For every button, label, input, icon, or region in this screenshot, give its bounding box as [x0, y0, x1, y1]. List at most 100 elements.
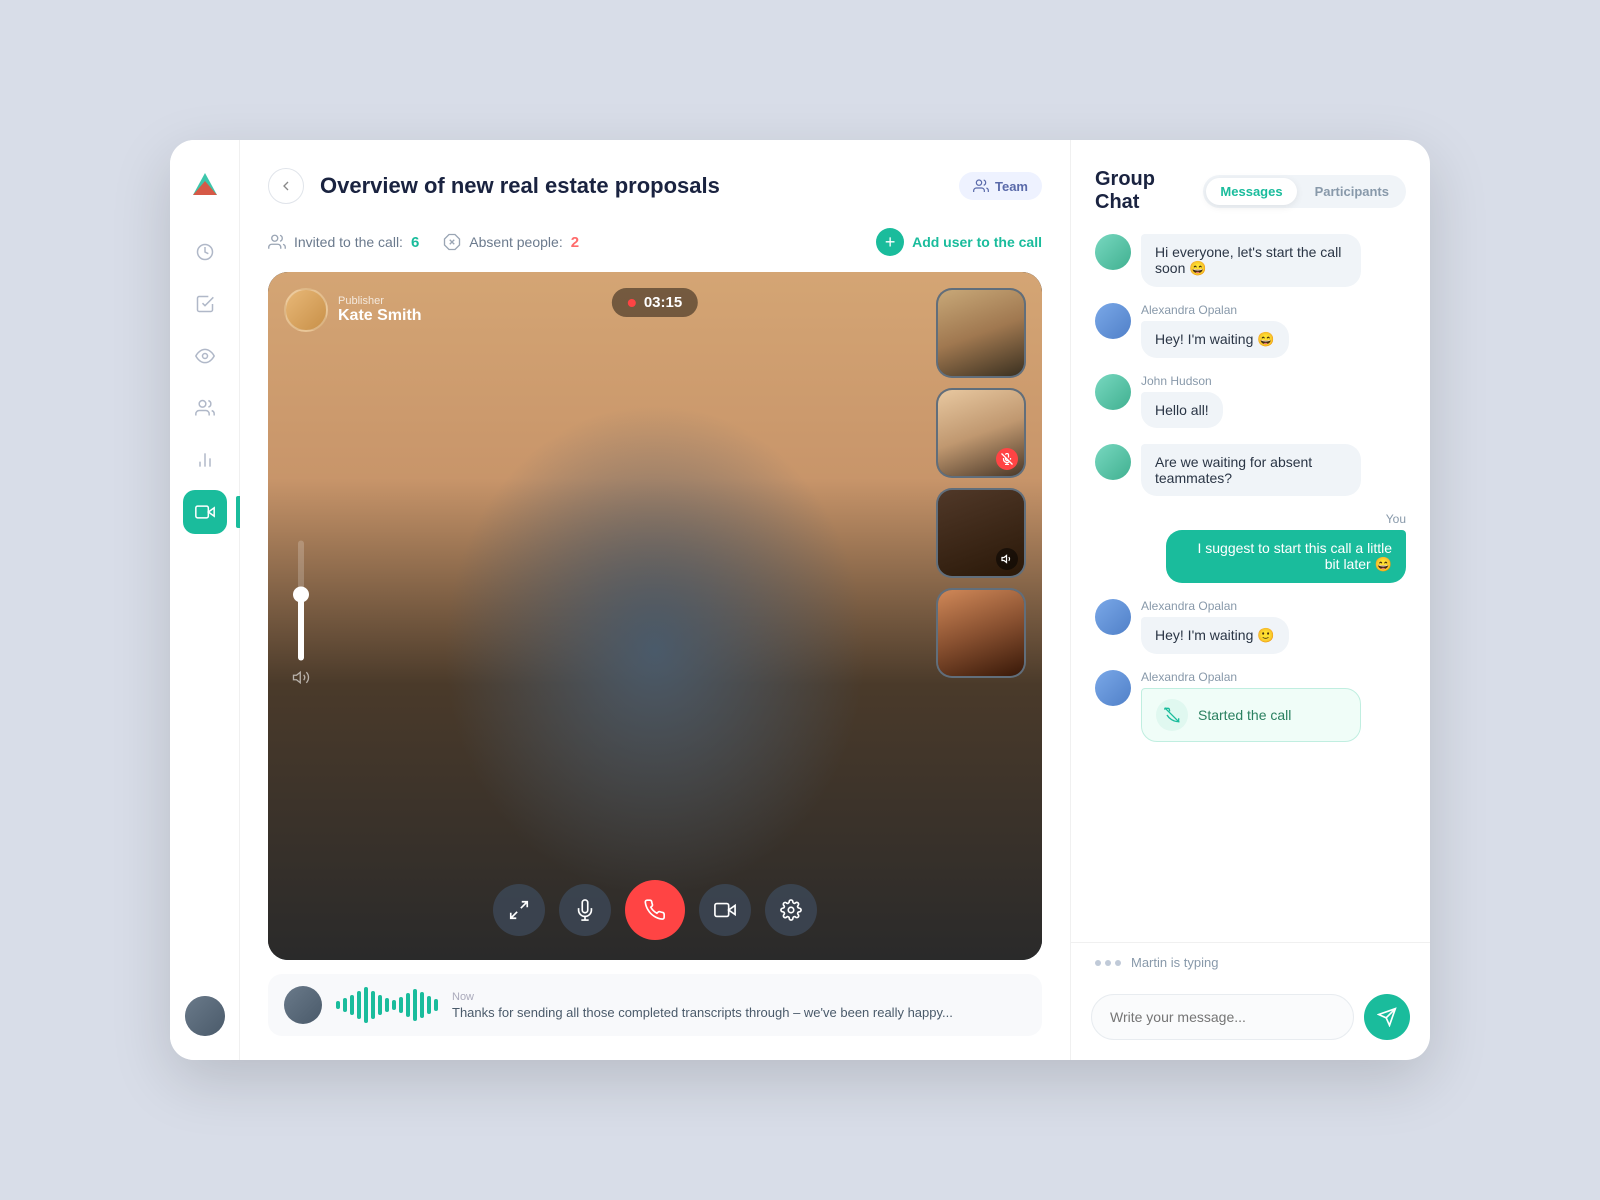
msg-avatar	[1095, 234, 1131, 270]
stats-bar: Invited to the call: 6 Absent people: 2 …	[268, 228, 1042, 256]
page-title: Overview of new real estate proposals	[320, 173, 943, 199]
msg-avatar	[1095, 599, 1131, 635]
invited-count: 6	[411, 234, 419, 251]
sidebar-item-tasks[interactable]	[183, 282, 227, 326]
expand-button[interactable]	[493, 884, 545, 936]
msg-bubble: Are we waiting for absent teammates?	[1141, 444, 1361, 496]
video-container: Publisher Kate Smith 03:15	[268, 272, 1042, 960]
thumb-person-1	[938, 290, 1024, 376]
message-row: Hi everyone, let's start the call soon 😄	[1095, 234, 1406, 287]
thumbnail-2[interactable]	[936, 388, 1026, 478]
msg-sender: John Hudson	[1141, 374, 1406, 388]
chat-title: Group Chat	[1095, 168, 1187, 214]
user-avatar[interactable]	[185, 996, 225, 1036]
dot-2	[1105, 960, 1111, 966]
publisher-name: Kate Smith	[338, 307, 422, 325]
msg-bubble: Hey! I'm waiting 🙂	[1141, 617, 1289, 654]
msg-avatar	[1095, 374, 1131, 410]
app-container: Overview of new real estate proposals Te…	[170, 140, 1430, 1060]
transcript-bar: Now Thanks for sending all those complet…	[268, 974, 1042, 1036]
chat-panel: Group Chat Messages Participants Hi ever…	[1070, 140, 1430, 1060]
typing-indicator: Martin is typing	[1071, 942, 1430, 982]
transcript-avatar	[284, 986, 322, 1024]
msg-content: Alexandra Opalan Hey! I'm waiting 🙂	[1141, 599, 1406, 654]
sidebar-item-watch[interactable]	[183, 334, 227, 378]
msg-content: Alexandra Opalan Started the call	[1141, 670, 1406, 742]
msg-sender: Alexandra Opalan	[1141, 670, 1406, 684]
message-row: You I suggest to start this call a littl…	[1095, 512, 1406, 583]
message-input[interactable]	[1091, 994, 1354, 1040]
chat-header: Group Chat Messages Participants	[1071, 168, 1430, 234]
msg-bubble: Hello all!	[1141, 392, 1223, 428]
transcript-time: Now	[452, 991, 1026, 1003]
main-content: Overview of new real estate proposals Te…	[240, 140, 1070, 1060]
thumbnail-1[interactable]	[936, 288, 1026, 378]
msg-bubble: I suggest to start this call a little bi…	[1166, 530, 1406, 583]
chat-tabs: Messages Participants	[1203, 175, 1406, 208]
recording-dot	[628, 299, 636, 307]
main-video-person	[268, 272, 1042, 960]
page-header: Overview of new real estate proposals Te…	[268, 168, 1042, 204]
msg-avatar	[1095, 444, 1131, 480]
team-badge[interactable]: Team	[959, 172, 1042, 200]
settings-button[interactable]	[765, 884, 817, 936]
end-call-button[interactable]	[625, 880, 685, 940]
video-controls	[493, 880, 817, 940]
chat-messages: Hi everyone, let's start the call soon 😄…	[1071, 234, 1430, 942]
back-button[interactable]	[268, 168, 304, 204]
app-logo	[186, 164, 224, 202]
volume-thumb	[293, 586, 309, 602]
volume-control[interactable]	[292, 541, 310, 692]
invited-stat: Invited to the call: 6	[268, 233, 419, 251]
mute-button[interactable]	[559, 884, 611, 936]
publisher-info: Publisher Kate Smith	[338, 295, 422, 325]
msg-content: Alexandra Opalan Hey! I'm waiting 😄	[1141, 303, 1406, 358]
volume-icon	[292, 669, 310, 692]
audio-waveform	[336, 987, 438, 1023]
msg-avatar	[1095, 670, 1131, 706]
sidebar-item-video[interactable]	[183, 490, 227, 534]
send-button[interactable]	[1364, 994, 1410, 1040]
typing-dots	[1095, 960, 1121, 966]
sound-on-icon	[996, 548, 1018, 570]
tab-messages[interactable]: Messages	[1206, 178, 1296, 205]
thumbnail-3[interactable]	[936, 488, 1026, 578]
message-row: Alexandra Opalan Hey! I'm waiting 🙂	[1095, 599, 1406, 654]
msg-content: Are we waiting for absent teammates?	[1141, 444, 1406, 496]
msg-sender: You	[1095, 512, 1406, 526]
msg-sender: Alexandra Opalan	[1141, 599, 1406, 613]
dot-3	[1115, 960, 1121, 966]
message-row: Alexandra Opalan Started the call	[1095, 670, 1406, 742]
publisher-avatar	[284, 288, 328, 332]
transcript-content: Now Thanks for sending all those complet…	[452, 991, 1026, 1020]
msg-content: Hi everyone, let's start the call soon 😄	[1141, 234, 1406, 287]
publisher-role: Publisher	[338, 295, 422, 307]
add-user-button[interactable]: + Add user to the call	[876, 228, 1042, 256]
sidebar-item-recent[interactable]	[183, 230, 227, 274]
action-icon	[1156, 699, 1188, 731]
message-row: Alexandra Opalan Hey! I'm waiting 😄	[1095, 303, 1406, 358]
camera-button[interactable]	[699, 884, 751, 936]
team-badge-label: Team	[995, 179, 1028, 194]
msg-sender: Alexandra Opalan	[1141, 303, 1406, 317]
tab-participants[interactable]: Participants	[1301, 178, 1403, 205]
publisher-overlay: Publisher Kate Smith	[284, 288, 422, 332]
sidebar	[170, 140, 240, 1060]
timer-display: 03:15	[644, 294, 682, 311]
participant-thumbnails	[936, 288, 1026, 678]
message-row: Are we waiting for absent teammates?	[1095, 444, 1406, 496]
typing-text: Martin is typing	[1131, 955, 1218, 970]
invited-label: Invited to the call:	[294, 234, 403, 250]
absent-count: 2	[571, 234, 579, 251]
sidebar-item-analytics[interactable]	[183, 438, 227, 482]
thumbnail-4[interactable]	[936, 588, 1026, 678]
chat-input-row	[1071, 982, 1430, 1060]
sidebar-item-people[interactable]	[183, 386, 227, 430]
add-user-label: Add user to the call	[912, 234, 1042, 250]
video-placeholder	[268, 272, 1042, 960]
transcript-message: Thanks for sending all those completed t…	[452, 1005, 1026, 1020]
avatar-image	[185, 996, 225, 1036]
call-timer: 03:15	[612, 288, 698, 317]
msg-bubble: Hi everyone, let's start the call soon 😄	[1141, 234, 1361, 287]
absent-label: Absent people:	[469, 234, 562, 250]
